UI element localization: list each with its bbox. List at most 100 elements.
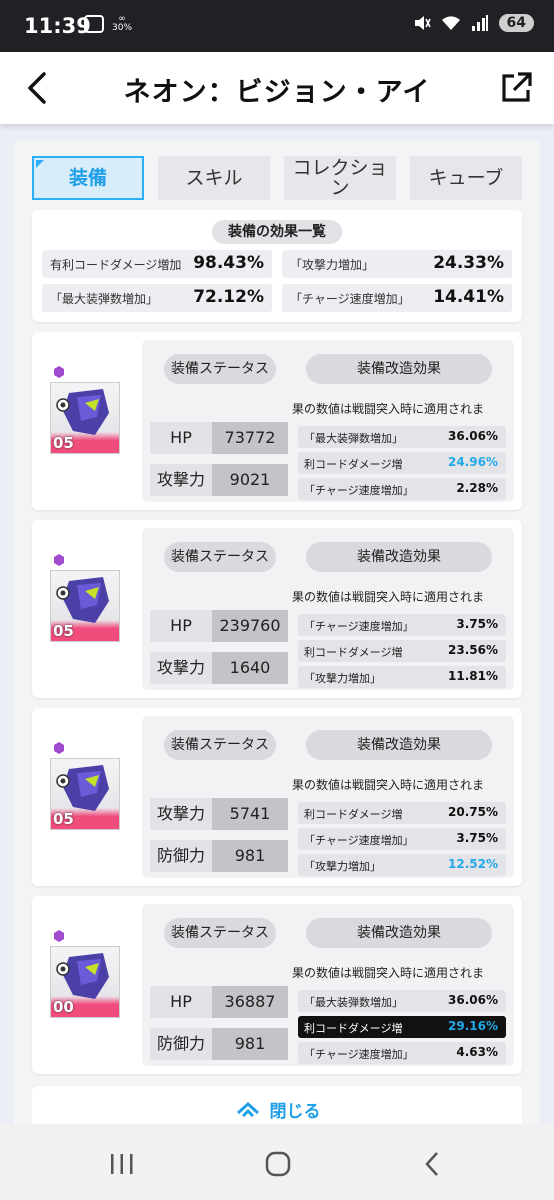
home-button[interactable] (258, 1144, 298, 1184)
status-header: 装備ステータス (164, 354, 276, 384)
status-header: 装備ステータス (164, 542, 276, 572)
mod-effect-row: 「攻撃力増加」 11.81% (298, 666, 506, 688)
screenshot-icon (84, 15, 104, 33)
tab-collection[interactable]: コレクション (284, 156, 396, 200)
equipment-level: 00 (53, 998, 74, 1016)
tab-bar: 装備 スキル コレクション キューブ (32, 156, 522, 202)
mod-effect-note: 果の数値は戦闘突入時に適用されま (292, 402, 485, 416)
mod-effect-value: 36.06% (448, 993, 498, 1007)
equipment-item-icon[interactable]: 05 (50, 570, 120, 642)
rarity-icon (54, 742, 64, 754)
equipment-card: 05 装備ステータス 装備改造効果 果の数値は戦闘突入時に適用されま HP 23… (32, 520, 522, 698)
data-speed-text: 30% (112, 23, 133, 33)
chevron-up-icon (236, 1101, 259, 1117)
recent-apps-button[interactable] (102, 1144, 142, 1184)
mod-effect-value: 3.75% (456, 617, 498, 631)
equipment-card: 05 装備ステータス 装備改造効果 果の数値は戦闘突入時に適用されま HP 73… (32, 332, 522, 510)
rarity-icon (54, 366, 64, 378)
stat-value: 5741 (212, 798, 288, 830)
mod-effect-row: 利コードダメージ増 20.75% (298, 802, 506, 824)
mod-effect-label: 「最大装弾数増加」 (304, 996, 403, 1009)
equipment-level: 05 (53, 434, 74, 452)
data-speed-indicator: ∞ 30% (112, 15, 132, 33)
page-title: ネオン：ビジョン・アイ (123, 77, 431, 108)
nav-back-button[interactable] (412, 1144, 452, 1184)
stat-label: 防御力 (150, 840, 212, 872)
mod-effect-value: 11.81% (448, 669, 498, 683)
home-icon (265, 1151, 291, 1177)
stat-value: 981 (212, 840, 288, 872)
back-icon (425, 1152, 438, 1176)
mod-effect-label: 「チャージ速度増加」 (304, 1048, 414, 1061)
equipment-item-icon[interactable]: 05 (50, 382, 120, 454)
stat-label: 攻撃力 (150, 464, 212, 496)
close-label: 閉じる (269, 1101, 321, 1122)
status-time: 11:39 (24, 14, 91, 38)
back-button[interactable] (18, 68, 58, 108)
content-area[interactable]: 装備 スキル コレクション キューブ 装備の効果一覧 有利コードダメージ増加 9… (0, 124, 554, 1124)
mod-effect-label: 利コードダメージ増 (304, 1022, 403, 1035)
rarity-icon (54, 554, 64, 566)
mod-effect-header: 装備改造効果 (306, 354, 492, 384)
tab-cube[interactable]: キューブ (410, 156, 522, 200)
mod-effect-label: 利コードダメージ増 (304, 458, 403, 471)
mod-effect-row: 「チャージ速度増加」 3.75% (298, 828, 506, 850)
summary-value: 72.12% (193, 287, 264, 307)
equipment-level: 05 (53, 622, 74, 640)
mod-effect-note: 果の数値は戦闘突入時に適用されま (292, 778, 485, 792)
page-header: ネオン：ビジョン・アイ (0, 52, 554, 124)
mod-effect-row: 「チャージ速度増加」 4.63% (298, 1042, 506, 1064)
mod-effect-header: 装備改造効果 (306, 730, 492, 760)
equipment-detail: 装備ステータス 装備改造効果 果の数値は戦闘突入時に適用されま HP 73772… (142, 340, 514, 502)
stat-value: 36887 (212, 986, 288, 1018)
tab-skill[interactable]: スキル (158, 156, 270, 200)
mod-effect-note: 果の数値は戦闘突入時に適用されま (292, 966, 485, 980)
stat-label: HP (150, 986, 212, 1018)
summary-label: 「最大装弾数増加」 (50, 292, 159, 306)
recent-apps-icon (111, 1154, 133, 1174)
mod-effect-label: 「チャージ速度増加」 (304, 834, 414, 847)
mod-effect-value: 3.75% (456, 831, 498, 845)
battery-icon: 64 (498, 14, 534, 32)
summary-value: 98.43% (193, 253, 264, 273)
summary-label: 「チャージ速度増加」 (290, 292, 410, 306)
stat-label: HP (150, 422, 212, 454)
stat-value: 1640 (212, 652, 288, 684)
equipment-card: 00 装備ステータス 装備改造効果 果の数値は戦闘突入時に適用されま HP 36… (32, 896, 522, 1074)
mod-effect-row: 「最大装弾数増加」 36.06% (298, 426, 506, 448)
equipment-detail: 装備ステータス 装備改造効果 果の数値は戦闘突入時に適用されま HP 23976… (142, 528, 514, 690)
equipment-card: 05 装備ステータス 装備改造効果 果の数値は戦闘突入時に適用されま 攻撃力 5… (32, 708, 522, 886)
mod-effect-value: 4.63% (456, 1045, 498, 1059)
summary-label: 「攻撃力増加」 (290, 258, 375, 272)
mod-effect-header: 装備改造効果 (306, 918, 492, 948)
mod-effect-row: 「攻撃力増加」 12.52% (298, 854, 506, 876)
stat-label: 防御力 (150, 1028, 212, 1060)
mod-effect-label: 「チャージ速度増加」 (304, 620, 414, 633)
equipment-item-icon[interactable]: 00 (50, 946, 120, 1018)
mod-effect-label: 「最大装弾数増加」 (304, 432, 403, 445)
close-button[interactable]: 閉じる (32, 1086, 522, 1124)
mod-effect-label: 「攻撃力増加」 (304, 672, 381, 685)
summary-title: 装備の効果一覧 (212, 220, 342, 244)
equipment-detail: 装備ステータス 装備改造効果 果の数値は戦闘突入時に適用されま 攻撃力 5741… (142, 716, 514, 878)
mod-effect-value: 36.06% (448, 429, 498, 443)
summary-value: 14.41% (433, 287, 504, 307)
mod-effect-value: 24.96% (448, 455, 498, 469)
stat-label: 攻撃力 (150, 798, 212, 830)
mod-effect-row: 「チャージ速度増加」 2.28% (298, 478, 506, 500)
mod-effect-row: 「チャージ速度増加」 3.75% (298, 614, 506, 636)
mod-effect-row: 利コードダメージ増 24.96% (298, 452, 506, 474)
mod-effect-note: 果の数値は戦闘突入時に適用されま (292, 590, 485, 604)
status-header: 装備ステータス (164, 918, 276, 948)
external-link-button[interactable] (496, 68, 536, 108)
summary-row: 「攻撃力増加」 24.33% (282, 250, 512, 278)
mod-effect-label: 「チャージ速度増加」 (304, 484, 414, 497)
mod-effect-label: 利コードダメージ増 (304, 646, 403, 659)
mod-effect-header: 装備改造効果 (306, 542, 492, 572)
mod-effect-row: 「最大装弾数増加」 36.06% (298, 990, 506, 1012)
equipment-item-icon[interactable]: 05 (50, 758, 120, 830)
effect-summary-card: 装備の効果一覧 有利コードダメージ増加 98.43% 「攻撃力増加」 24.33… (32, 210, 522, 322)
status-bar: 11:39 ∞ 30% 64 (0, 0, 554, 52)
mod-effect-value: 12.52% (448, 857, 498, 871)
tab-equipment[interactable]: 装備 (32, 156, 144, 200)
